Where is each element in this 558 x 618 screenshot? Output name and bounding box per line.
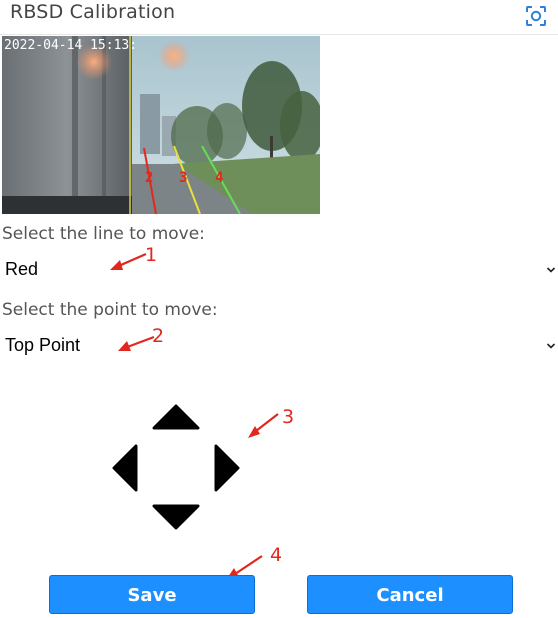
triangle-left-icon xyxy=(112,444,138,492)
callout-1: 1 xyxy=(145,244,158,266)
page-title: RBSD Calibration xyxy=(10,1,176,23)
light-glare xyxy=(158,40,190,72)
save-button[interactable]: Save xyxy=(49,575,255,614)
building xyxy=(140,94,160,154)
callout-arrow-icon xyxy=(248,413,279,438)
chevron-down-icon xyxy=(546,267,556,273)
triangle-up-icon xyxy=(152,404,200,430)
callout-3: 3 xyxy=(282,406,295,428)
vehicle-side xyxy=(2,36,132,214)
triangle-right-icon xyxy=(214,444,240,492)
scan-button[interactable] xyxy=(524,4,548,28)
line-label-4: 4 xyxy=(215,170,223,186)
line-select-value: Red xyxy=(5,259,39,279)
move-right-button[interactable] xyxy=(214,444,240,492)
point-select[interactable]: Top Point xyxy=(0,331,558,363)
move-left-button[interactable] xyxy=(112,444,138,492)
callout-4: 4 xyxy=(270,544,283,566)
triangle-down-icon xyxy=(152,504,200,530)
line-label-2: 2 xyxy=(145,170,153,186)
camera-timestamp: 2022-04-14 15:13: xyxy=(4,38,137,53)
point-select-label: Select the point to move: xyxy=(2,300,218,320)
scan-focus-icon xyxy=(526,6,546,26)
callout-arrow-icon xyxy=(118,335,155,351)
camera-preview[interactable]: 2 3 4 2022-04-14 15:13: xyxy=(2,36,320,214)
cancel-button[interactable]: Cancel xyxy=(307,575,513,614)
line-select[interactable]: Red xyxy=(0,255,558,287)
line-select-label: Select the line to move: xyxy=(2,224,205,244)
line-label-3: 3 xyxy=(179,170,187,186)
point-select-value: Top Point xyxy=(5,335,81,355)
callout-arrow-icon xyxy=(110,252,147,270)
move-down-button[interactable] xyxy=(152,504,200,530)
move-up-button[interactable] xyxy=(152,404,200,430)
callout-2: 2 xyxy=(152,325,165,347)
header: RBSD Calibration xyxy=(0,0,558,35)
chevron-down-icon xyxy=(546,343,556,349)
